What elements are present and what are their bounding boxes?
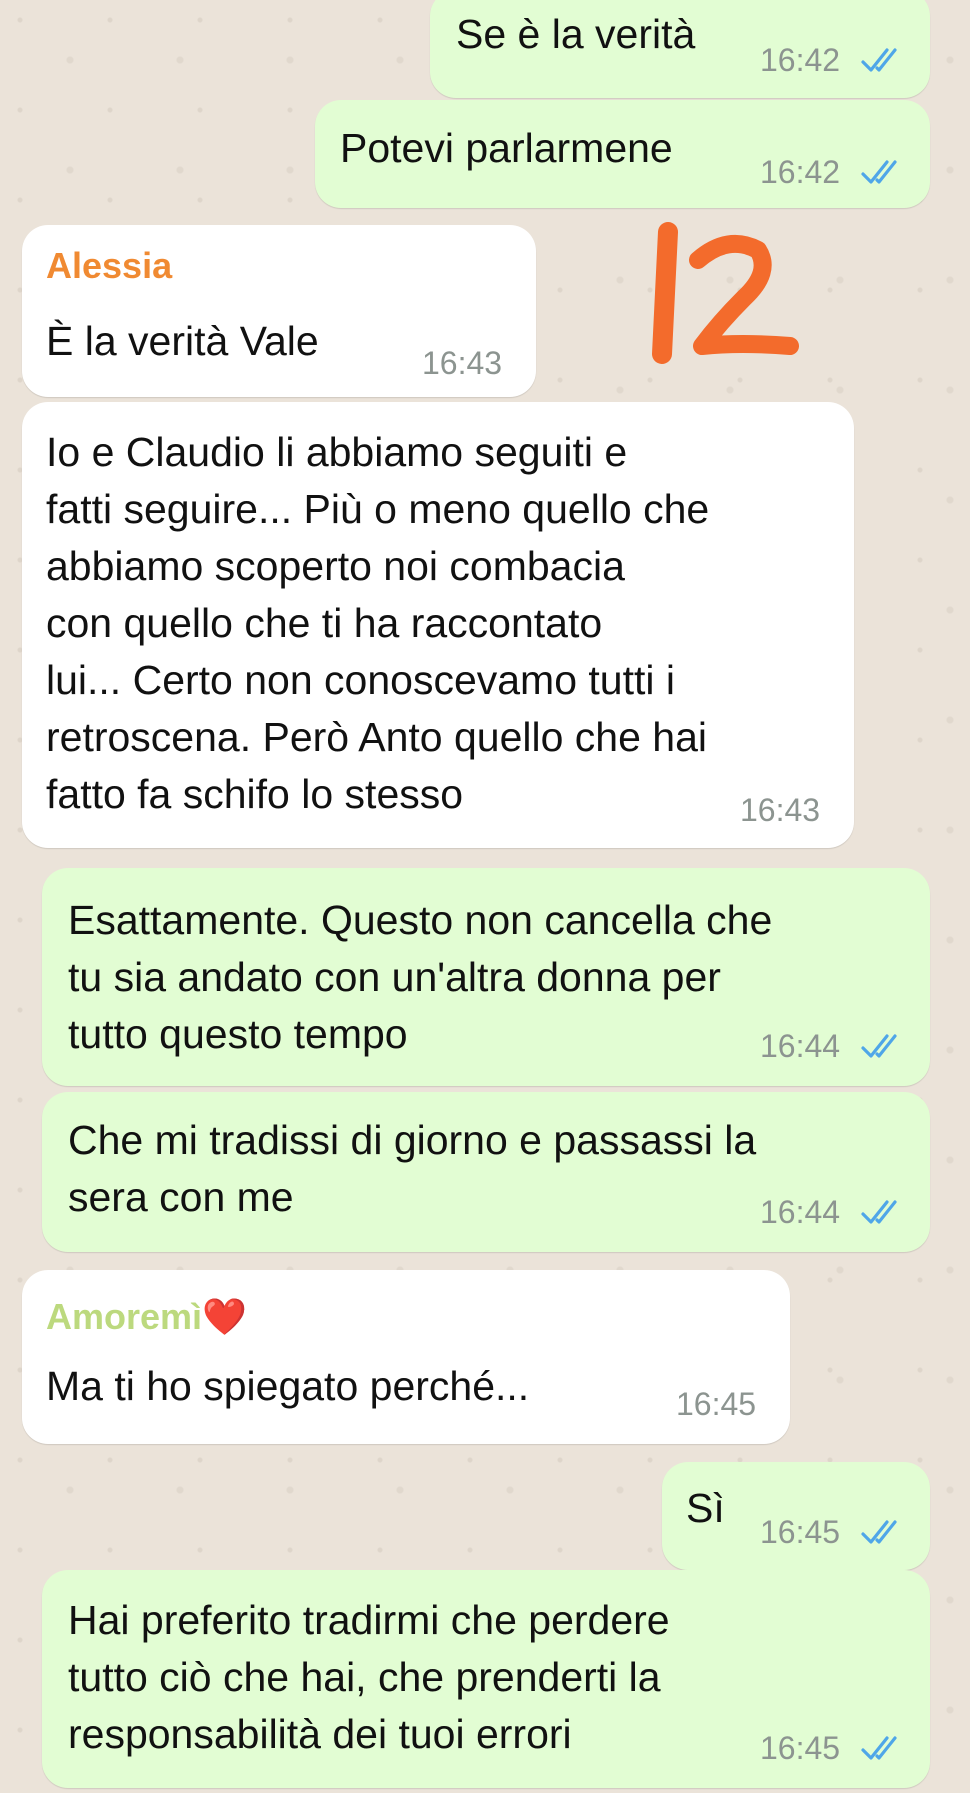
message-text: Sì: [686, 1485, 725, 1531]
read-receipt-icon: [861, 1520, 897, 1544]
read-receipt-icon: [861, 1200, 897, 1224]
heart-emoji-icon: ❤️: [202, 1296, 247, 1337]
outgoing-message[interactable]: Potevi parlarmene 16:42: [315, 100, 930, 208]
incoming-message[interactable]: Io e Claudio li abbiamo seguiti e fatti …: [22, 402, 854, 848]
outgoing-message[interactable]: Che mi tradissi di giorno e passassi la …: [42, 1092, 930, 1252]
message-time: 16:45: [760, 1514, 841, 1550]
message-time: 16:42: [760, 42, 841, 78]
sender-name: Amoremì❤️: [46, 1296, 247, 1337]
message-text: Potevi parlarmene: [340, 125, 673, 171]
message-text: Hai preferito tradirmi che perdere tutto…: [68, 1597, 670, 1757]
message-time: 16:42: [760, 154, 841, 190]
message-text: Che mi tradissi di giorno e passassi la …: [68, 1117, 757, 1220]
message-text: Esattamente. Questo non cancella che tu …: [68, 897, 773, 1057]
handwritten-number-annotation: [640, 220, 800, 370]
message-text: Ma ti ho spiegato perché...: [46, 1363, 530, 1409]
message-text: Io e Claudio li abbiamo seguiti e fatti …: [46, 429, 710, 817]
message-time: 16:44: [760, 1194, 841, 1230]
message-time: 16:45: [760, 1730, 841, 1766]
message-time: 16:44: [760, 1028, 841, 1064]
read-receipt-icon: [861, 1034, 897, 1058]
message-time: 16:43: [422, 345, 503, 381]
incoming-message[interactable]: Alessia È la verità Vale 16:43: [22, 225, 536, 397]
message-text: Se è la verità: [456, 11, 696, 57]
read-receipt-icon: [861, 160, 897, 184]
message-text: È la verità Vale: [46, 318, 319, 364]
sender-name: Alessia: [46, 245, 173, 286]
outgoing-message[interactable]: Hai preferito tradirmi che perdere tutto…: [42, 1570, 930, 1788]
outgoing-message[interactable]: Esattamente. Questo non cancella che tu …: [42, 868, 930, 1086]
read-receipt-icon: [861, 48, 897, 72]
outgoing-message[interactable]: Sì 16:45: [662, 1462, 930, 1570]
incoming-message[interactable]: Amoremì❤️ Ma ti ho spiegato perché... 16…: [22, 1270, 790, 1444]
message-time: 16:43: [740, 792, 821, 828]
message-time: 16:45: [676, 1386, 757, 1422]
outgoing-message[interactable]: Se è la verità 16:42: [430, 0, 930, 98]
read-receipt-icon: [861, 1736, 897, 1760]
